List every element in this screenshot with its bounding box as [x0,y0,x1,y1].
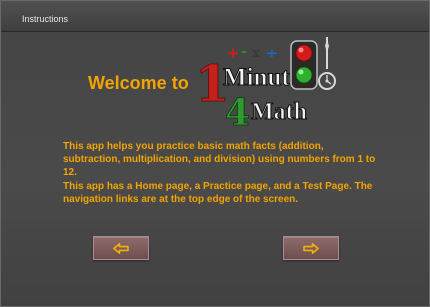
app-logo: + - x ÷ 1 Minute 4 Math [191,29,341,129]
logo-number-four: 4 [225,92,250,129]
traffic-light-icon [290,40,318,90]
window-title: Instructions [22,14,69,24]
logo-operator-divide: ÷ [266,46,278,62]
back-button[interactable] [93,236,149,260]
logo-operator-times: x [252,46,260,61]
stopwatch-icon [318,37,336,90]
app-window: Instructions Welcome to + - x ÷ 1 Minute… [0,0,430,307]
welcome-heading: Welcome to [88,73,189,93]
logo-word-math: Math [251,99,307,125]
title-bar: Instructions [1,1,429,32]
logo-operator-minus: - [241,42,247,60]
logo-word-minute: Minute [223,64,301,91]
description-paragraph: This app helps you practice basic math f… [63,141,376,178]
next-button[interactable] [283,236,339,260]
arrow-left-icon [113,243,129,254]
navigation-paragraph: This app has a Home page, a Practice pag… [63,181,373,205]
arrow-right-icon [303,243,319,254]
